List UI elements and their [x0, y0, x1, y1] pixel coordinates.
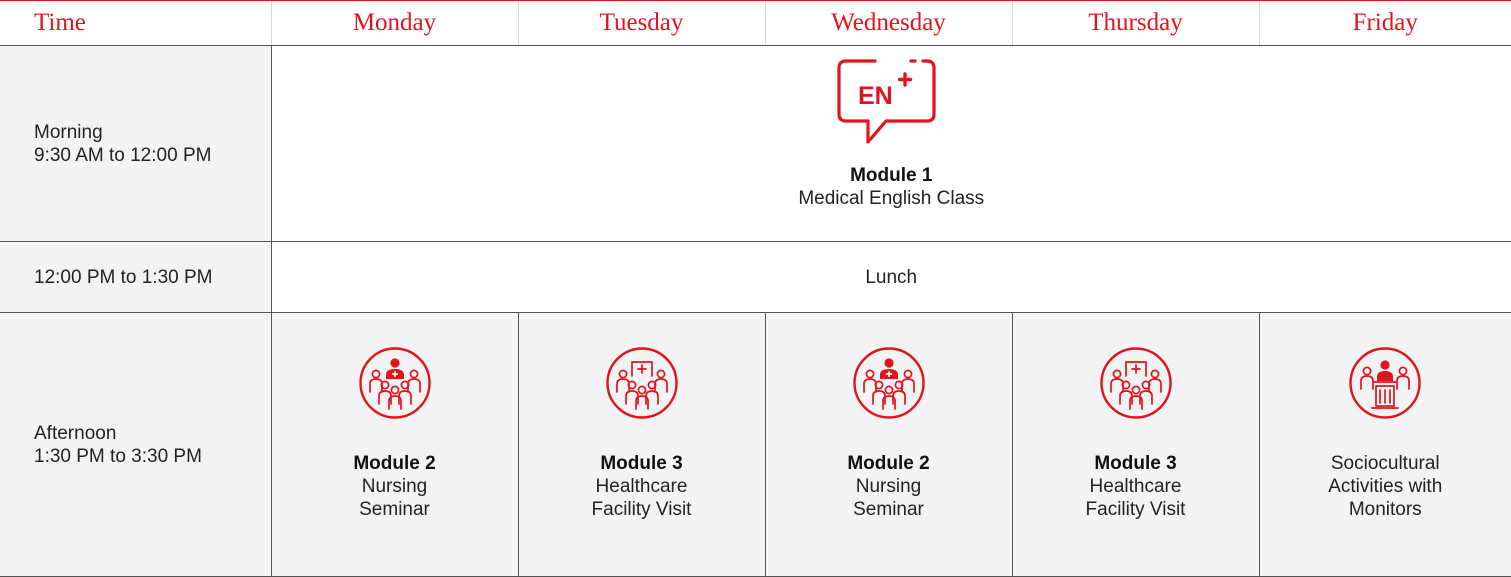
weekly-schedule: Time Monday Tuesday Wednesday Thursday F…: [0, 0, 1511, 575]
wednesday-afternoon-cell: Module 2 Nursing Seminar: [765, 313, 1012, 577]
morning-hours: 9:30 AM to 12:00 PM: [34, 144, 271, 167]
header-row: Time Monday Tuesday Wednesday Thursday F…: [0, 1, 1511, 46]
friday-afternoon-cell: Sociocultural Activities with Monitors: [1259, 313, 1511, 577]
monday-title-line1: Nursing: [302, 475, 488, 498]
thursday-module-label: Module 3: [1043, 452, 1229, 475]
wednesday-title-line1: Nursing: [796, 475, 982, 498]
lunch-time-cell: 12:00 PM to 1:30 PM: [0, 242, 271, 313]
speaker-podium-icon: [1348, 346, 1422, 420]
healthcare-facility-group-icon: [605, 346, 679, 420]
monday-module-label: Module 2: [302, 452, 488, 475]
friday-text-line3: Monitors: [1290, 498, 1482, 521]
morning-time-cell: Morning 9:30 AM to 12:00 PM: [0, 46, 271, 242]
afternoon-hours: 1:30 PM to 3:30 PM: [34, 445, 271, 468]
healthcare-facility-group-icon: [1099, 346, 1173, 420]
module-1-title: Medical English Class: [272, 187, 1511, 210]
header-tuesday: Tuesday: [518, 1, 765, 46]
wednesday-module-label: Module 2: [796, 452, 982, 475]
thursday-afternoon-cell: Module 3 Healthcare Facility Visit: [1012, 313, 1259, 577]
nursing-seminar-group-icon: [358, 346, 432, 420]
icon-en-text: EN: [858, 82, 893, 110]
afternoon-time-cell: Afternoon 1:30 PM to 3:30 PM: [0, 313, 271, 577]
afternoon-row: Afternoon 1:30 PM to 3:30 PM: [0, 313, 1511, 577]
friday-text-line1: Sociocultural: [1290, 452, 1482, 475]
monday-afternoon-cell: Module 2 Nursing Seminar: [271, 313, 518, 577]
morning-row: Morning 9:30 AM to 12:00 PM EN: [0, 46, 1511, 242]
wednesday-title-line2: Seminar: [796, 498, 982, 521]
afternoon-label: Afternoon: [34, 422, 271, 445]
thursday-title-line2: Facility Visit: [1043, 498, 1229, 521]
lunch-cell: Lunch: [271, 242, 1511, 313]
tuesday-title-line2: Facility Visit: [549, 498, 735, 521]
header-friday: Friday: [1259, 1, 1511, 46]
header-time: Time: [0, 1, 271, 46]
thursday-title-line1: Healthcare: [1043, 475, 1229, 498]
header-thursday: Thursday: [1012, 1, 1259, 46]
friday-text-line2: Activities with: [1290, 475, 1482, 498]
morning-label: Morning: [34, 121, 271, 144]
module-1-label: Module 1: [272, 164, 1511, 187]
lunch-row: 12:00 PM to 1:30 PM Lunch: [0, 242, 1511, 313]
monday-title-line2: Seminar: [302, 498, 488, 521]
tuesday-title-line1: Healthcare: [549, 475, 735, 498]
header-wednesday: Wednesday: [765, 1, 1012, 46]
module-1-cell: EN Module 1 Medical English Class: [271, 46, 1511, 242]
schedule-table: Time Monday Tuesday Wednesday Thursday F…: [0, 1, 1511, 577]
tuesday-afternoon-cell: Module 3 Healthcare Facility Visit: [518, 313, 765, 577]
english-language-speech-bubble-icon: EN: [831, 56, 951, 152]
nursing-seminar-group-icon: [852, 346, 926, 420]
tuesday-module-label: Module 3: [549, 452, 735, 475]
header-monday: Monday: [271, 1, 518, 46]
